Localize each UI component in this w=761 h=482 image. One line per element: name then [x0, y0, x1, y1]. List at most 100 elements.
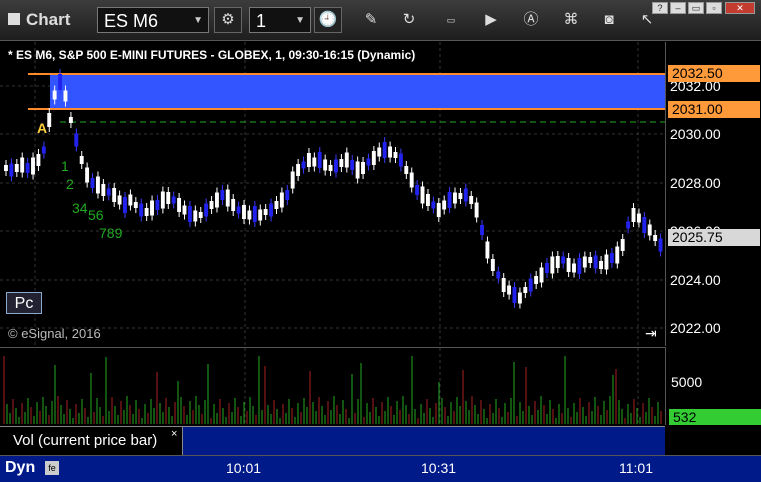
candle: [150, 200, 154, 216]
candle: [361, 162, 365, 174]
candle: [63, 90, 68, 102]
candle: [306, 153, 311, 167]
candle: [139, 203, 144, 217]
volume-axis-label: 5000: [671, 374, 703, 390]
candle: [425, 194, 430, 206]
td-count-56: 56: [88, 207, 104, 223]
volume-panel[interactable]: [0, 347, 665, 426]
time-label: 11:01: [619, 460, 653, 476]
candle: [209, 201, 214, 209]
volume-last-tag: 532: [669, 409, 761, 425]
candle: [620, 239, 625, 251]
candle: [269, 203, 273, 217]
candle: [247, 210, 252, 220]
candle: [550, 256, 555, 274]
volume-axis[interactable]: 5000 532: [665, 347, 761, 425]
candle: [593, 255, 598, 269]
candle: [279, 192, 284, 208]
candle: [431, 201, 436, 209]
range-high-tag: 2032.50: [668, 65, 760, 82]
candle: [328, 165, 333, 171]
candle: [647, 224, 652, 236]
candle: [393, 152, 398, 158]
candle: [101, 184, 106, 196]
close-study-icon[interactable]: ×: [171, 428, 177, 440]
candle: [501, 278, 506, 292]
pc-button[interactable]: Pc: [6, 292, 42, 314]
candle: [517, 292, 522, 304]
candle: [388, 146, 393, 158]
fe-icon[interactable]: fe: [45, 461, 59, 475]
candle: [204, 203, 209, 217]
time-label: 10:31: [421, 460, 457, 476]
candle: [480, 225, 484, 235]
dynamic-mode-label[interactable]: Dyn: [5, 459, 35, 477]
candle: [123, 197, 127, 213]
candle: [420, 186, 425, 204]
candle: [317, 152, 322, 168]
candle: [572, 263, 576, 273]
candle: [626, 221, 631, 229]
chart-header: * ES M6, S&P 500 E-MINI FUTURES - GLOBEX…: [8, 48, 416, 62]
candle: [112, 188, 117, 202]
candle: [523, 287, 528, 293]
candle: [599, 261, 603, 269]
candle: [442, 200, 447, 210]
study-label-bar: Vol (current price bar) ×: [0, 426, 665, 455]
candle: [144, 208, 149, 216]
scroll-to-end-icon[interactable]: ⇥: [645, 325, 657, 342]
candle: [171, 196, 176, 204]
candle: [539, 267, 544, 283]
candle: [187, 206, 192, 222]
candle: [263, 209, 268, 215]
volume-study-tab[interactable]: Vol (current price bar) ×: [0, 427, 183, 455]
candle: [106, 188, 111, 196]
candle: [58, 74, 63, 90]
candle: [166, 192, 171, 204]
candle: [512, 287, 517, 303]
time-label: 10:01: [226, 460, 262, 476]
candle: [231, 199, 236, 211]
candle: [41, 146, 46, 154]
opening-range-box: [50, 74, 665, 109]
candle: [485, 241, 490, 259]
candle: [274, 201, 279, 209]
td-count-34: 34: [72, 200, 88, 216]
candle: [415, 185, 420, 195]
candle: [339, 159, 344, 167]
candle: [155, 200, 160, 210]
candle: [290, 171, 295, 189]
candle: [496, 271, 501, 279]
candle: [474, 202, 479, 218]
candle: [398, 153, 403, 167]
marker-a: A: [37, 120, 48, 136]
candle: [68, 117, 73, 123]
candle: [52, 90, 57, 100]
candle: [436, 203, 441, 217]
candle: [160, 191, 165, 209]
candle: [193, 210, 198, 222]
candle: [582, 256, 587, 268]
range-low-tag: 2031.00: [668, 101, 760, 118]
last-price-tag: 2025.75: [668, 229, 760, 246]
candle: [285, 190, 290, 200]
candle: [366, 158, 371, 166]
candle: [355, 161, 360, 179]
candle: [658, 238, 663, 252]
candle: [25, 163, 30, 173]
candle: [252, 206, 257, 222]
candle: [177, 198, 182, 212]
td-count-1: 1: [61, 158, 69, 174]
candle: [382, 142, 387, 158]
candle: [609, 253, 614, 263]
candle: [371, 151, 376, 165]
time-axis[interactable]: Dyn fe 10:01 10:31 11:01: [0, 455, 761, 482]
candle: [490, 259, 495, 271]
candle: [534, 276, 539, 284]
candle: [555, 256, 560, 268]
candle: [296, 164, 301, 176]
candle: [604, 254, 609, 270]
candle: [636, 213, 641, 223]
candle: [588, 257, 593, 263]
candle: [95, 176, 100, 194]
